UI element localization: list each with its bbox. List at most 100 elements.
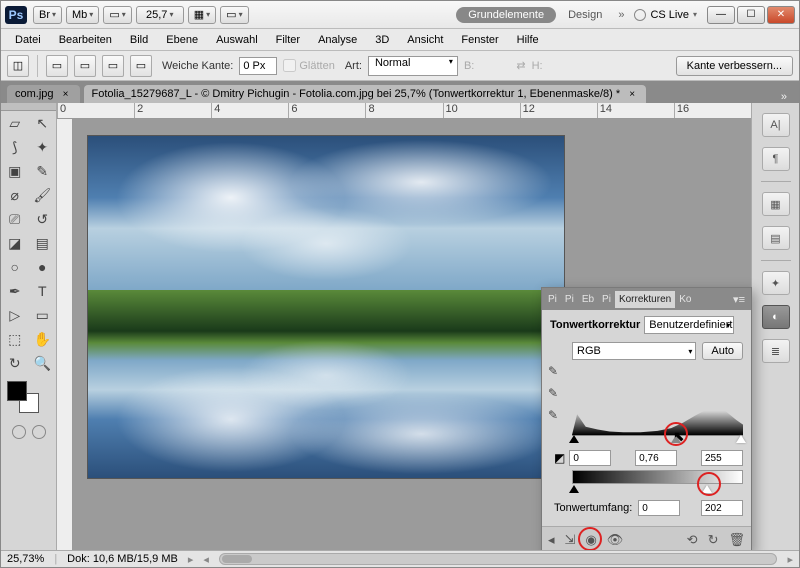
panel-menu-icon[interactable]: ▾≡ (729, 293, 749, 306)
marquee-tool-icon[interactable]: ↖ (29, 111, 57, 135)
trash-icon[interactable]: 🗑 (728, 532, 745, 548)
history-brush-icon[interactable]: ↺ (29, 207, 57, 231)
workspace-active[interactable]: Grundelemente (456, 7, 556, 23)
sel-add-icon[interactable]: ▭ (74, 55, 96, 77)
close-icon[interactable]: × (626, 88, 638, 100)
clip-icon[interactable]: ◩ (554, 451, 565, 465)
color-swatches[interactable] (7, 381, 39, 413)
type-tool-icon[interactable]: T (29, 279, 57, 303)
sel-new-icon[interactable]: ▭ (46, 55, 68, 77)
output-black-slider[interactable] (569, 485, 579, 493)
stamp-tool-icon[interactable]: ⎚ (1, 207, 29, 231)
adjustments-panel-icon[interactable]: ◐ (762, 305, 790, 329)
cs-live-button[interactable]: CS Live ▾ (634, 9, 697, 21)
document-tab-inactive[interactable]: com.jpg × (7, 85, 80, 103)
sel-intersect-icon[interactable]: ▭ (130, 55, 152, 77)
close-button[interactable]: ✕ (767, 6, 795, 24)
shape-tool-icon[interactable]: ▭ (29, 303, 57, 327)
eyedropper-gray-icon[interactable]: ✎ (548, 386, 558, 400)
menu-bearbeiten[interactable]: Bearbeiten (51, 31, 120, 49)
panel-tab[interactable]: Pi (561, 291, 578, 308)
input-black-slider[interactable] (569, 435, 579, 443)
menu-3d[interactable]: 3D (367, 31, 397, 49)
screenmode-icon[interactable] (32, 425, 46, 439)
screen-mode-button[interactable]: ▭ (103, 6, 131, 24)
lasso-tool-icon[interactable]: ⟆ (1, 135, 29, 159)
menu-ebene[interactable]: Ebene (158, 31, 206, 49)
move-tool-icon[interactable]: ▱ (1, 111, 29, 135)
feather-input[interactable] (239, 57, 277, 75)
document-tab-active[interactable]: Fotolia_15279687_L - © Dmitry Pichugin -… (84, 85, 647, 103)
clip-layer-icon[interactable]: ◉ (585, 532, 596, 548)
menu-analyse[interactable]: Analyse (310, 31, 365, 49)
zoom-tool-icon[interactable]: 🔍 (29, 351, 57, 375)
tabs-more-icon[interactable]: » (775, 91, 793, 103)
back-icon[interactable]: ◂ (548, 532, 555, 548)
menu-bild[interactable]: Bild (122, 31, 156, 49)
panel-tab[interactable]: Eb (578, 291, 598, 308)
visibility-icon[interactable]: 👁 (607, 532, 624, 548)
paths-panel-icon[interactable]: ✦ (762, 271, 790, 295)
sel-subtract-icon[interactable]: ▭ (102, 55, 124, 77)
auto-button[interactable]: Auto (702, 342, 743, 360)
menu-ansicht[interactable]: Ansicht (399, 31, 451, 49)
menu-filter[interactable]: Filter (268, 31, 308, 49)
input-white-slider[interactable] (736, 435, 746, 443)
panel-tab[interactable]: Pi (544, 291, 561, 308)
menu-fenster[interactable]: Fenster (453, 31, 506, 49)
extras-dropdown[interactable]: ▭ (220, 6, 248, 24)
workspace-more-icon[interactable]: » (618, 9, 624, 21)
dodge-tool-icon[interactable]: ● (29, 255, 57, 279)
mode-select[interactable]: Normal (368, 56, 458, 76)
panel-tab-korrekturen[interactable]: Korrekturen (615, 291, 675, 308)
input-gamma-slider[interactable] (671, 435, 681, 443)
status-chevron-icon[interactable]: ▸ (188, 553, 194, 566)
hand-tool-icon[interactable]: ✋ (29, 327, 57, 351)
layers-panel-icon[interactable]: ≣ (762, 339, 790, 363)
panel-tab[interactable]: Pi (598, 291, 615, 308)
zoom-dropdown[interactable]: 25,7 (136, 6, 184, 24)
output-white-slider[interactable] (702, 485, 712, 493)
3d-tool-icon[interactable]: ⬚ (1, 327, 29, 351)
character-panel-icon[interactable]: A| (762, 113, 790, 137)
close-icon[interactable]: × (60, 88, 72, 100)
eyedropper-black-icon[interactable]: ✎ (548, 364, 558, 378)
minimize-button[interactable]: — (707, 6, 735, 24)
panel-tab[interactable]: Ko (675, 291, 695, 308)
rotate-tool-icon[interactable]: ↻ (1, 351, 29, 375)
wand-tool-icon[interactable]: ✦ (29, 135, 57, 159)
paragraph-panel-icon[interactable]: ¶ (762, 147, 790, 171)
input-gamma-field[interactable]: 0,76 (635, 450, 677, 466)
menu-datei[interactable]: Datei (7, 31, 49, 49)
arrange-dropdown[interactable]: ▦ (188, 6, 216, 24)
channel-dropdown[interactable]: RGB (572, 342, 696, 360)
input-white-field[interactable]: 255 (701, 450, 743, 466)
bridge-button[interactable]: Br (33, 6, 62, 24)
scroll-horizontal[interactable] (219, 553, 778, 565)
tool-preset-icon[interactable]: ◫ (7, 55, 29, 77)
crop-tool-icon[interactable]: ▣ (1, 159, 29, 183)
status-doc[interactable]: Dok: 10,6 MB/15,9 MB (67, 553, 178, 565)
brush-tool-icon[interactable]: 🖌 (29, 183, 57, 207)
foreground-color[interactable] (7, 381, 27, 401)
prev-state-icon[interactable]: ⟲ (687, 532, 698, 548)
pen-tool-icon[interactable]: ✒ (1, 279, 29, 303)
toolbox-collapse[interactable] (1, 103, 56, 111)
input-black-field[interactable]: 0 (569, 450, 611, 466)
output-black-field[interactable]: 0 (638, 500, 680, 516)
path-tool-icon[interactable]: ▷ (1, 303, 29, 327)
swatches-panel-icon[interactable]: ▦ (762, 192, 790, 216)
styles-panel-icon[interactable]: ▤ (762, 226, 790, 250)
expand-icon[interactable]: ⇲ (565, 532, 576, 548)
maximize-button[interactable]: ☐ (737, 6, 765, 24)
status-zoom[interactable]: 25,73% (7, 553, 44, 565)
workspace-design[interactable]: Design (568, 9, 602, 21)
eyedropper-tool-icon[interactable]: ✎ (29, 159, 57, 183)
output-white-field[interactable]: 202 (701, 500, 743, 516)
healing-tool-icon[interactable]: ⌀ (1, 183, 29, 207)
menu-hilfe[interactable]: Hilfe (509, 31, 547, 49)
preset-dropdown[interactable]: Benutzerdefiniert (644, 316, 734, 334)
eraser-tool-icon[interactable]: ◪ (1, 231, 29, 255)
eyedropper-white-icon[interactable]: ✎ (548, 408, 558, 422)
menu-auswahl[interactable]: Auswahl (208, 31, 266, 49)
